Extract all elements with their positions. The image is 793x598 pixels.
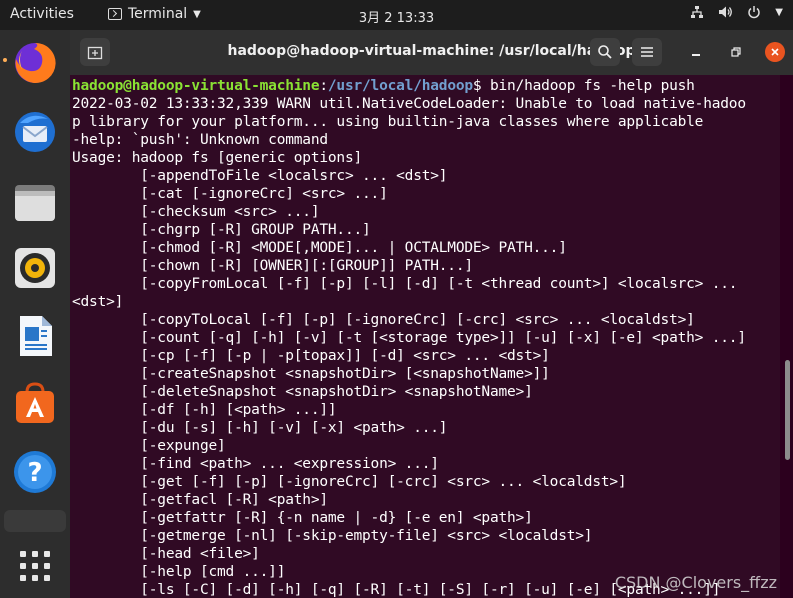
software-icon [16, 382, 54, 423]
terminal-line: [-df [-h] [<path> ...]] [140, 402, 337, 418]
dock-item-software[interactable] [11, 380, 59, 428]
dock-item-firefox[interactable] [3, 38, 59, 86]
app-menu-label: Terminal [128, 6, 188, 22]
files-icon [15, 185, 55, 221]
chevron-down-icon: ▼ [193, 8, 201, 20]
terminal-icon [108, 8, 122, 20]
terminal-line: [-checksum <src> ...] [140, 204, 320, 220]
menu-button[interactable] [632, 38, 662, 66]
dock-item-writer[interactable] [11, 312, 59, 360]
terminal-line: p library for your platform... using bui… [72, 114, 704, 130]
search-icon [598, 45, 612, 59]
dock-item-files[interactable] [11, 178, 59, 226]
dock-item-thunderbird[interactable] [11, 108, 59, 156]
terminal-scrollbar[interactable] [785, 360, 790, 460]
minimize-icon [692, 54, 700, 56]
terminal-line: [-cp [-f] [-p | -p[topax]] [-d] <src> ..… [140, 348, 550, 364]
terminal-line: [-du [-s] [-h] [-v] [-x] <path> ...] [140, 420, 448, 436]
terminal-line: [-help [cmd ...]] [140, 564, 286, 580]
dock-separator [4, 510, 66, 532]
prompt-end: $ [472, 78, 490, 94]
terminal-line: [-cat [-ignoreCrc] <src> ...] [140, 186, 388, 202]
dock-item-show-apps[interactable] [11, 542, 59, 590]
terminal-line: [-appendToFile <localsrc> ... <dst>] [140, 168, 448, 184]
help-icon: ? [14, 451, 56, 493]
search-button[interactable] [590, 38, 620, 66]
terminal-line: [-getfacl [-R] <path>] [140, 492, 328, 508]
terminal-output[interactable]: hadoop@hadoop-virtual-machine:/usr/local… [70, 75, 780, 598]
terminal-line: [-getfattr [-R] {-n name | -d} [-e en] <… [140, 510, 533, 526]
close-button[interactable] [765, 42, 785, 62]
activities-button[interactable]: Activities [10, 6, 74, 22]
dock-item-rhythmbox[interactable] [11, 244, 59, 292]
power-icon [748, 6, 760, 19]
thunderbird-icon [15, 112, 55, 152]
prompt-user: hadoop@hadoop-virtual-machine [72, 78, 320, 94]
minimize-button[interactable] [686, 42, 706, 62]
window-title: hadoop@hadoop-virtual-machine: /usr/loca… [227, 43, 636, 59]
window-titlebar[interactable]: hadoop@hadoop-virtual-machine: /usr/loca… [70, 30, 793, 75]
dock-item-help[interactable]: ? [11, 448, 59, 496]
terminal-line: [-chown [-R] [OWNER][:[GROUP]] PATH...] [140, 258, 473, 274]
new-tab-icon [87, 46, 103, 60]
terminal-text: hadoop@hadoop-virtual-machine:/usr/local… [70, 75, 780, 598]
dock: ? [0, 30, 70, 598]
network-icon [691, 6, 704, 18]
terminal-line: 2022-03-02 13:33:32,339 WARN util.Native… [72, 96, 746, 112]
new-tab-button[interactable] [80, 38, 110, 66]
output-lines: 2022-03-02 13:33:32,339 WARN util.Native… [72, 96, 746, 598]
close-icon [771, 48, 779, 56]
terminal-line: [-count [-q] [-h] [-v] [-t [<storage typ… [140, 330, 746, 346]
prompt-separator: : [319, 78, 328, 94]
system-tray[interactable]: ▼ [690, 5, 783, 19]
hamburger-menu-icon [641, 47, 653, 57]
terminal-line: [-find <path> ... <expression> ...] [140, 456, 439, 472]
terminal-line: [-chmod [-R] <MODE[,MODE]... | OCTALMODE… [140, 240, 567, 256]
show-apps-icon [20, 551, 50, 581]
libreoffice-writer-icon [20, 316, 52, 356]
terminal-line: [-deleteSnapshot <snapshotDir> <snapshot… [140, 384, 533, 400]
terminal-line: [-chgrp [-R] GROUP PATH...] [140, 222, 371, 238]
volume-icon [719, 6, 733, 18]
terminal-line: [-copyToLocal [-f] [-p] [-ignoreCrc] [-c… [140, 312, 695, 328]
terminal-line: [-head <file>] [140, 546, 260, 562]
terminal-line: -help: `push': Unknown command [72, 132, 328, 148]
terminal-line: [-get [-f] [-p] [-ignoreCrc] [-crc] <src… [140, 474, 627, 490]
command-text: bin/hadoop fs -help push [489, 78, 695, 94]
rhythmbox-icon [15, 248, 55, 288]
maximize-button[interactable] [726, 42, 746, 62]
top-bar: Activities Terminal ▼ 3月 2 13:33 ▼ [0, 0, 793, 30]
firefox-icon [15, 42, 56, 83]
terminal-line: [-getmerge [-nl] [-skip-empty-file] <src… [140, 528, 593, 544]
restore-icon [731, 47, 741, 57]
terminal-line: [-createSnapshot <snapshotDir> [<snapsho… [140, 366, 550, 382]
chevron-down-icon: ▼ [775, 6, 783, 18]
terminal-line: [-copyFromLocal [-f] [-p] [-l] [-d] [-t … [140, 276, 738, 292]
terminal-line: <dst>] [72, 294, 124, 310]
app-menu[interactable]: Terminal ▼ [108, 6, 201, 22]
svg-text:?: ? [27, 458, 42, 488]
terminal-line: [-expunge] [140, 438, 226, 454]
watermark: CSDN @Clovers_ffzz [614, 573, 777, 592]
prompt-path: /usr/local/hadoop [327, 78, 473, 94]
terminal-line: Usage: hadoop fs [generic options] [72, 150, 363, 166]
